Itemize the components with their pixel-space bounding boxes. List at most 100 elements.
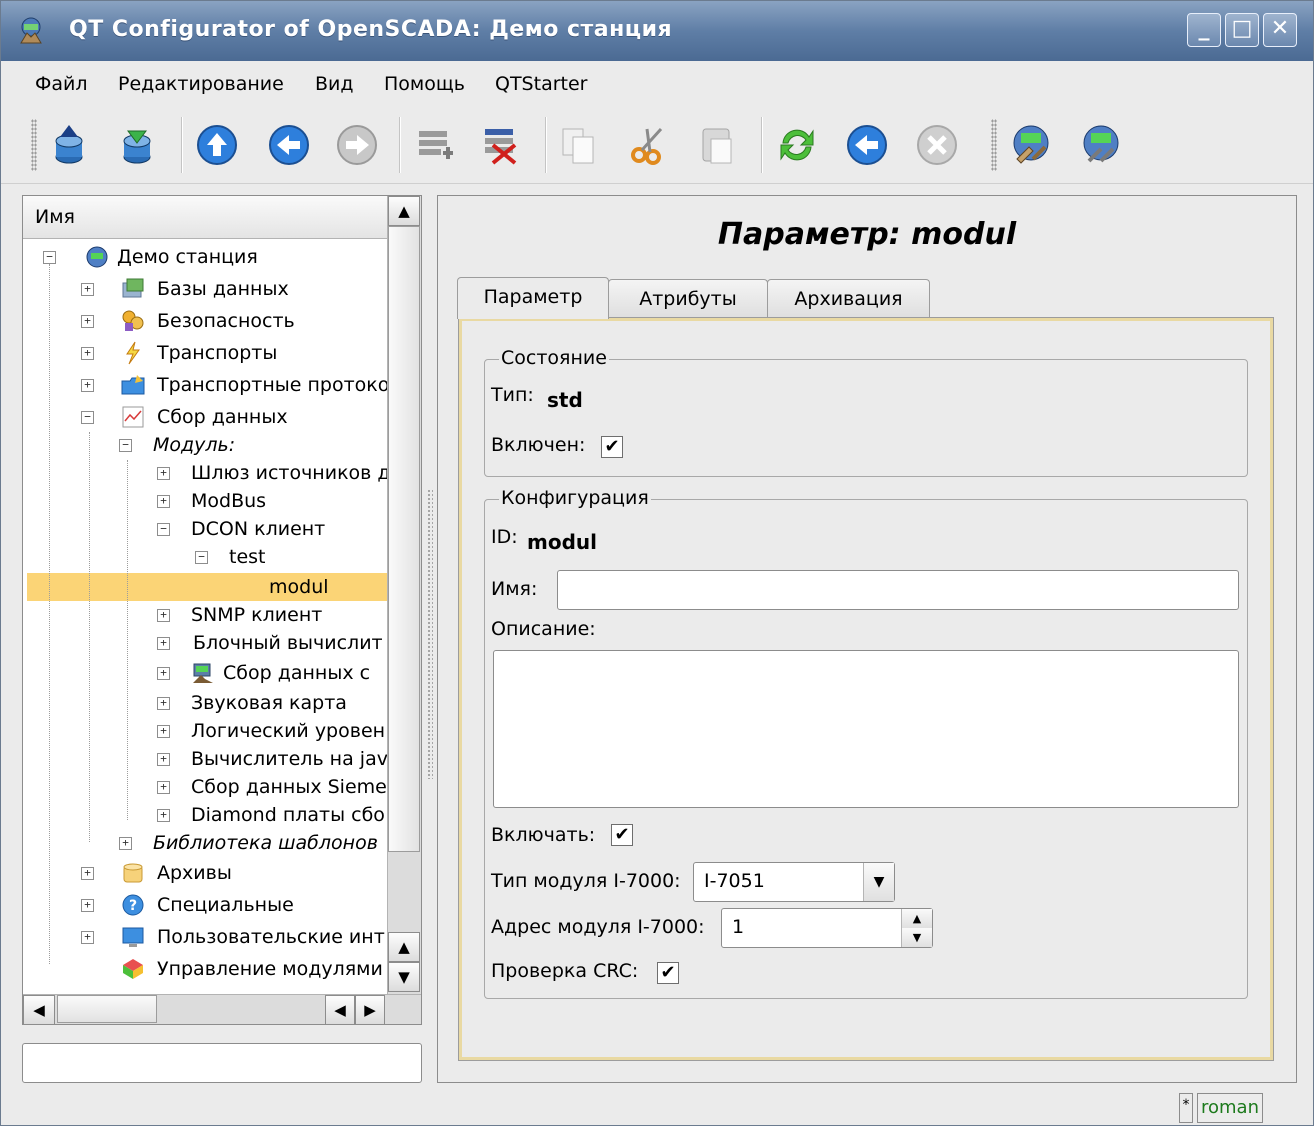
menu-qtstarter[interactable]: QTStarter: [495, 73, 587, 95]
close-icon[interactable]: ✕: [1263, 13, 1297, 47]
tree-line: [89, 432, 90, 842]
module-type-value: I-7051: [704, 870, 765, 892]
menu-view[interactable]: Вид: [315, 73, 354, 95]
title-bar[interactable]: QT Configurator of OpenSCADA: Демо станц…: [1, 1, 1313, 61]
expand-icon[interactable]: +: [157, 667, 170, 680]
module-type-label: Тип модуля I-7000:: [491, 870, 681, 892]
spin-up-icon[interactable]: ▲: [901, 909, 932, 929]
scroll-up-icon[interactable]: ▲: [388, 196, 420, 226]
expand-icon[interactable]: +: [157, 725, 170, 738]
help-circle-icon: ?: [122, 894, 144, 916]
h-scroll-thumb[interactable]: [57, 995, 157, 1023]
config-group-title: Конфигурация: [499, 487, 651, 509]
expand-icon[interactable]: +: [81, 315, 94, 328]
module-address-label: Адрес модуля I-7000:: [491, 916, 705, 938]
collapse-icon[interactable]: −: [195, 551, 208, 564]
tab-content: Состояние Тип: std Включен: ✔ Конфигурац…: [458, 317, 1274, 1061]
scroll-left-icon[interactable]: ◀: [23, 995, 55, 1024]
add-item-icon[interactable]: [413, 123, 457, 167]
window-title: QT Configurator of OpenSCADA: Демо станц…: [69, 17, 673, 42]
tab-archiving[interactable]: Архивация: [767, 279, 930, 319]
expand-icon[interactable]: +: [81, 283, 94, 296]
crc-checkbox[interactable]: ✔: [657, 962, 679, 984]
module-type-select[interactable]: I-7051 ▼: [693, 862, 895, 902]
type-value: std: [547, 388, 583, 412]
tree-line: [49, 264, 50, 964]
toolbar-separator: [181, 117, 183, 173]
tree-status-field: [22, 1043, 422, 1083]
chevron-down-icon[interactable]: ▼: [863, 863, 894, 901]
type-label: Тип:: [491, 384, 534, 406]
database-icon: [122, 278, 144, 298]
collapse-icon[interactable]: −: [157, 523, 170, 536]
expand-icon[interactable]: +: [119, 837, 132, 850]
forward-arrow-icon[interactable]: [335, 123, 379, 167]
back-arrow-icon[interactable]: [267, 123, 311, 167]
minimize-icon[interactable]: _: [1187, 13, 1221, 47]
expand-icon[interactable]: +: [157, 609, 170, 622]
expand-icon[interactable]: +: [81, 867, 94, 880]
tab-attributes[interactable]: Атрибуты: [608, 279, 768, 319]
selection-highlight: [27, 573, 387, 601]
toolbar-grip[interactable]: [31, 119, 37, 171]
enabled-checkbox[interactable]: ✔: [601, 436, 623, 458]
scroll-left-icon[interactable]: ◀: [325, 995, 355, 1024]
collapse-icon[interactable]: −: [43, 251, 56, 264]
expand-icon[interactable]: +: [81, 379, 94, 392]
expand-icon[interactable]: +: [157, 809, 170, 822]
start-icon[interactable]: [845, 123, 889, 167]
stop-icon[interactable]: [915, 123, 959, 167]
scroll-thumb[interactable]: [388, 226, 420, 852]
tree-horizontal-scrollbar[interactable]: ◀ ◀ ▶: [23, 994, 421, 1024]
enabled-label: Включен:: [491, 434, 586, 456]
tree-header[interactable]: Имя: [23, 196, 387, 239]
ui-runtime-icon[interactable]: [1079, 123, 1123, 167]
cut-icon[interactable]: [627, 123, 671, 167]
menu-edit[interactable]: Редактирование: [118, 73, 284, 95]
enable-checkbox[interactable]: ✔: [611, 824, 633, 846]
expand-icon[interactable]: +: [157, 637, 170, 650]
menu-help[interactable]: Помощь: [384, 73, 465, 95]
crc-check-label: Проверка CRC:: [491, 960, 639, 982]
collapse-icon[interactable]: −: [81, 411, 94, 424]
collapse-icon[interactable]: −: [119, 439, 132, 452]
expand-icon[interactable]: +: [81, 347, 94, 360]
scroll-right-icon[interactable]: ▶: [355, 995, 385, 1024]
module-address-spinbox[interactable]: 1 ▲ ▼: [721, 908, 933, 948]
enable-label: Включать:: [491, 824, 596, 846]
menu-bar: Файл Редактирование Вид Помощь QTStarter: [1, 61, 1313, 107]
expand-icon[interactable]: +: [157, 781, 170, 794]
expand-icon[interactable]: +: [81, 931, 94, 944]
refresh-icon[interactable]: [775, 123, 819, 167]
copy-icon[interactable]: [557, 123, 601, 167]
expand-icon[interactable]: +: [157, 467, 170, 480]
tree-vertical-scrollbar[interactable]: ▲ ▲ ▼: [387, 196, 421, 996]
scroll-down-icon[interactable]: ▼: [388, 962, 420, 992]
description-label: Описание:: [491, 618, 596, 640]
toolbar-separator: [399, 117, 401, 173]
expand-icon[interactable]: +: [81, 899, 94, 912]
user-indicator[interactable]: roman: [1197, 1093, 1263, 1123]
paste-icon[interactable]: [695, 123, 739, 167]
name-input[interactable]: [557, 570, 1239, 610]
up-arrow-icon[interactable]: [195, 123, 239, 167]
splitter-handle[interactable]: [427, 489, 433, 779]
expand-icon[interactable]: +: [157, 697, 170, 710]
db-save-icon[interactable]: [115, 123, 159, 167]
maximize-icon[interactable]: □: [1225, 13, 1259, 47]
scroll-up-icon[interactable]: ▲: [388, 932, 420, 962]
delete-item-icon[interactable]: [479, 123, 523, 167]
navigation-tree[interactable]: Имя − Демо станция + Базы данных + Безоп…: [22, 195, 422, 1025]
description-textarea[interactable]: [493, 650, 1239, 808]
expand-icon[interactable]: +: [157, 495, 170, 508]
spin-down-icon[interactable]: ▼: [901, 928, 932, 947]
toolbar-grip[interactable]: [991, 119, 997, 171]
modules-icon: [123, 959, 143, 979]
db-load-icon[interactable]: [47, 123, 91, 167]
name-label: Имя:: [491, 578, 538, 600]
ui-builder-icon[interactable]: [1009, 123, 1053, 167]
expand-icon[interactable]: +: [157, 753, 170, 766]
tab-parameter[interactable]: Параметр: [457, 277, 609, 319]
state-group-title: Состояние: [499, 347, 609, 369]
menu-file[interactable]: Файл: [35, 73, 88, 95]
